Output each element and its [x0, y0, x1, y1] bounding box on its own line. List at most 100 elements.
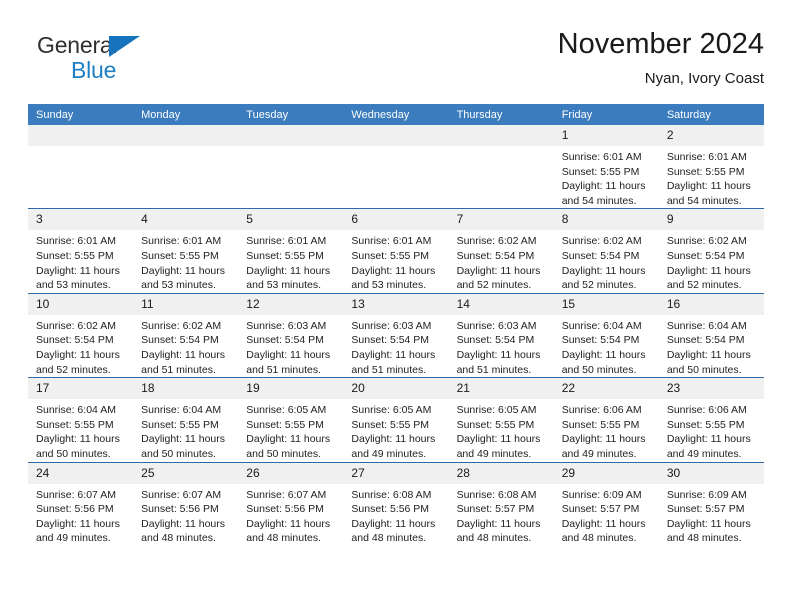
- day-number: 20: [343, 378, 449, 400]
- day-number: 9: [658, 209, 764, 231]
- logo-word-blue: Blue: [71, 57, 117, 83]
- daylight-text-line1: Daylight: 11 hours: [246, 433, 331, 446]
- sunrise-text: Sunrise: 6:02 AM: [141, 319, 222, 332]
- day-number: 16: [658, 293, 764, 315]
- calendar-day-cell[interactable]: 28 Sunrise: 6:08 AM Sunset: 5:57 PM Dayligh…: [448, 461, 554, 546]
- calendar-week-row: 24 Sunrise: 6:07 AM Sunset: 5:56 PM Dayligh…: [28, 461, 764, 546]
- day-details: Sunrise: 6:03 AM Sunset: 5:54 PM Daylight:…: [238, 315, 343, 377]
- sunset-text: Sunset: 5:54 PM: [666, 334, 745, 347]
- weekday-header-thursday: Thursday: [448, 104, 554, 125]
- sunset-text: Sunset: 5:54 PM: [141, 334, 219, 347]
- calendar-day-cell[interactable]: 22 Sunrise: 6:06 AM Sunset: 5:55 PM Dayligh…: [553, 377, 659, 462]
- daylight-text-line2: and 54 minutes.: [666, 194, 742, 207]
- sunset-text: Sunset: 5:55 PM: [246, 418, 324, 431]
- daylight-text-line2: and 52 minutes.: [36, 363, 111, 376]
- calendar-day-cell[interactable]: 14 Sunrise: 6:03 AM Sunset: 5:54 PM Dayligh…: [448, 292, 554, 378]
- day-number: 14: [448, 293, 554, 315]
- daylight-text-line2: and 51 minutes.: [456, 363, 532, 376]
- sunrise-text: Sunrise: 6:02 AM: [666, 235, 747, 248]
- day-number: 25: [133, 462, 239, 484]
- daylight-text-line2: and 53 minutes.: [351, 279, 427, 292]
- calendar-day-cell[interactable]: 2 Sunrise: 6:01 AM Sunset: 5:55 PM Daylight…: [658, 125, 764, 209]
- calendar-day-cell[interactable]: 9 Sunrise: 6:02 AM Sunset: 5:54 PM Daylight…: [658, 208, 764, 294]
- daylight-text-line1: Daylight: 11 hours: [351, 517, 436, 530]
- calendar-day-cell[interactable]: 3 Sunrise: 6:01 AM Sunset: 5:55 PM Daylight…: [28, 208, 134, 294]
- daylight-text-line2: and 49 minutes.: [561, 447, 637, 460]
- daylight-text-line2: and 48 minutes.: [561, 532, 637, 545]
- calendar-day-cell[interactable]: 30 Sunrise: 6:09 AM Sunset: 5:57 PM Dayligh…: [658, 461, 764, 546]
- logo-word-general: General: [37, 32, 118, 58]
- day-number: 28: [448, 462, 554, 484]
- page-title: November 2024: [557, 28, 764, 60]
- calendar-day-cell[interactable]: 25 Sunrise: 6:07 AM Sunset: 5:56 PM Dayligh…: [133, 461, 239, 546]
- day-number: 7: [448, 209, 554, 231]
- calendar-day-cell[interactable]: 23 Sunrise: 6:06 AM Sunset: 5:55 PM Dayligh…: [658, 377, 764, 462]
- daylight-text-line1: Daylight: 11 hours: [36, 348, 120, 361]
- sunrise-text: Sunrise: 6:09 AM: [666, 488, 747, 501]
- sunrise-text: Sunrise: 6:03 AM: [456, 319, 537, 332]
- day-number: 13: [343, 293, 449, 315]
- daylight-text-line2: and 50 minutes.: [141, 447, 216, 460]
- sunrise-text: Sunrise: 6:08 AM: [456, 488, 537, 501]
- daylight-text-line1: Daylight: 11 hours: [561, 264, 646, 277]
- sunset-text: Sunset: 5:54 PM: [561, 249, 640, 262]
- daylight-text-line2: and 49 minutes.: [456, 447, 532, 460]
- daylight-text-line1: Daylight: 11 hours: [36, 264, 120, 277]
- daylight-text-line1: Daylight: 11 hours: [456, 517, 541, 530]
- daylight-text-line1: Daylight: 11 hours: [561, 433, 646, 446]
- day-details: Sunrise: 6:07 AM Sunset: 5:56 PM Daylight:…: [133, 484, 238, 546]
- day-number: 5: [238, 209, 344, 231]
- daylight-text-line2: and 49 minutes.: [666, 447, 742, 460]
- calendar-day-cell[interactable]: 19 Sunrise: 6:05 AM Sunset: 5:55 PM Dayligh…: [238, 377, 344, 462]
- daylight-text-line1: Daylight: 11 hours: [456, 264, 541, 277]
- sunset-text: Sunset: 5:55 PM: [36, 418, 114, 431]
- calendar-week-row: 10 Sunrise: 6:02 AM Sunset: 5:54 PM Dayligh…: [28, 292, 764, 378]
- day-number: 17: [28, 378, 134, 400]
- calendar-day-cell[interactable]: 12 Sunrise: 6:03 AM Sunset: 5:54 PM Dayligh…: [238, 292, 344, 378]
- calendar-day-cell[interactable]: 26 Sunrise: 6:07 AM Sunset: 5:56 PM Dayligh…: [238, 461, 344, 546]
- day-number: 19: [238, 378, 344, 400]
- calendar-day-cell[interactable]: 6 Sunrise: 6:01 AM Sunset: 5:55 PM Daylight…: [343, 208, 449, 294]
- day-details: Sunrise: 6:02 AM Sunset: 5:54 PM Daylight:…: [449, 230, 554, 292]
- day-number: 23: [658, 378, 764, 400]
- day-number: 6: [343, 209, 449, 231]
- sunset-text: Sunset: 5:54 PM: [351, 334, 430, 347]
- calendar-day-cell[interactable]: 5 Sunrise: 6:01 AM Sunset: 5:55 PM Daylight…: [238, 208, 344, 294]
- calendar-day-cell[interactable]: 13 Sunrise: 6:03 AM Sunset: 5:54 PM Dayligh…: [343, 292, 449, 378]
- day-details: Sunrise: 6:05 AM Sunset: 5:55 PM Daylight:…: [449, 399, 554, 461]
- calendar-day-cell[interactable]: 4 Sunrise: 6:01 AM Sunset: 5:55 PM Daylight…: [133, 208, 239, 294]
- calendar-day-cell[interactable]: 7 Sunrise: 6:02 AM Sunset: 5:54 PM Daylight…: [448, 208, 554, 294]
- calendar-day-cell[interactable]: 16 Sunrise: 6:04 AM Sunset: 5:54 PM Dayligh…: [658, 292, 764, 378]
- daylight-text-line1: Daylight: 11 hours: [666, 180, 751, 193]
- daylight-text-line1: Daylight: 11 hours: [36, 433, 120, 446]
- calendar-day-cell[interactable]: 21 Sunrise: 6:05 AM Sunset: 5:55 PM Dayligh…: [448, 377, 554, 462]
- calendar-day-cell[interactable]: 17 Sunrise: 6:04 AM Sunset: 5:55 PM Dayligh…: [28, 377, 134, 462]
- sunset-text: Sunset: 5:55 PM: [246, 249, 324, 262]
- calendar-day-cell[interactable]: 24 Sunrise: 6:07 AM Sunset: 5:56 PM Dayligh…: [28, 461, 134, 546]
- calendar-day-cell[interactable]: 29 Sunrise: 6:09 AM Sunset: 5:57 PM Dayligh…: [553, 461, 659, 546]
- day-details: Sunrise: 6:01 AM Sunset: 5:55 PM Daylight:…: [343, 230, 448, 292]
- sunrise-text: Sunrise: 6:01 AM: [36, 235, 116, 248]
- sunrise-text: Sunrise: 6:02 AM: [36, 319, 116, 332]
- sunrise-text: Sunrise: 6:05 AM: [351, 404, 432, 417]
- day-details: Sunrise: 6:02 AM Sunset: 5:54 PM Daylight:…: [28, 315, 133, 377]
- calendar-day-cell[interactable]: 10 Sunrise: 6:02 AM Sunset: 5:54 PM Dayligh…: [28, 292, 134, 378]
- calendar-day-cell[interactable]: 15 Sunrise: 6:04 AM Sunset: 5:54 PM Dayligh…: [553, 292, 659, 378]
- sunrise-text: Sunrise: 6:07 AM: [246, 488, 327, 501]
- calendar-day-cell[interactable]: 20 Sunrise: 6:05 AM Sunset: 5:55 PM Dayligh…: [343, 377, 449, 462]
- day-details: Sunrise: 6:02 AM Sunset: 5:54 PM Daylight:…: [554, 230, 659, 292]
- calendar-day-cell[interactable]: 27 Sunrise: 6:08 AM Sunset: 5:56 PM Dayligh…: [343, 461, 449, 546]
- sunset-text: Sunset: 5:57 PM: [561, 503, 640, 516]
- calendar-day-cell[interactable]: 18 Sunrise: 6:04 AM Sunset: 5:55 PM Dayligh…: [133, 377, 239, 462]
- day-details: Sunrise: 6:02 AM Sunset: 5:54 PM Daylight:…: [659, 230, 764, 292]
- calendar-day-cell[interactable]: 1 Sunrise: 6:01 AM Sunset: 5:55 PM Daylight…: [553, 125, 659, 209]
- day-number: 11: [133, 293, 239, 315]
- daylight-text-line2: and 51 minutes.: [351, 363, 427, 376]
- calendar-day-cell[interactable]: 11 Sunrise: 6:02 AM Sunset: 5:54 PM Dayligh…: [133, 292, 239, 378]
- day-number: 26: [238, 462, 344, 484]
- calendar-weekday-header: Sunday Monday Tuesday Wednesday Thursday…: [28, 104, 764, 125]
- calendar-day-cell[interactable]: 8 Sunrise: 6:02 AM Sunset: 5:54 PM Daylight…: [553, 208, 659, 294]
- calendar-page: General Blue November 2024 Nyan, Ivory C…: [0, 0, 792, 612]
- day-number: 18: [133, 378, 239, 400]
- sunrise-text: Sunrise: 6:01 AM: [351, 235, 432, 248]
